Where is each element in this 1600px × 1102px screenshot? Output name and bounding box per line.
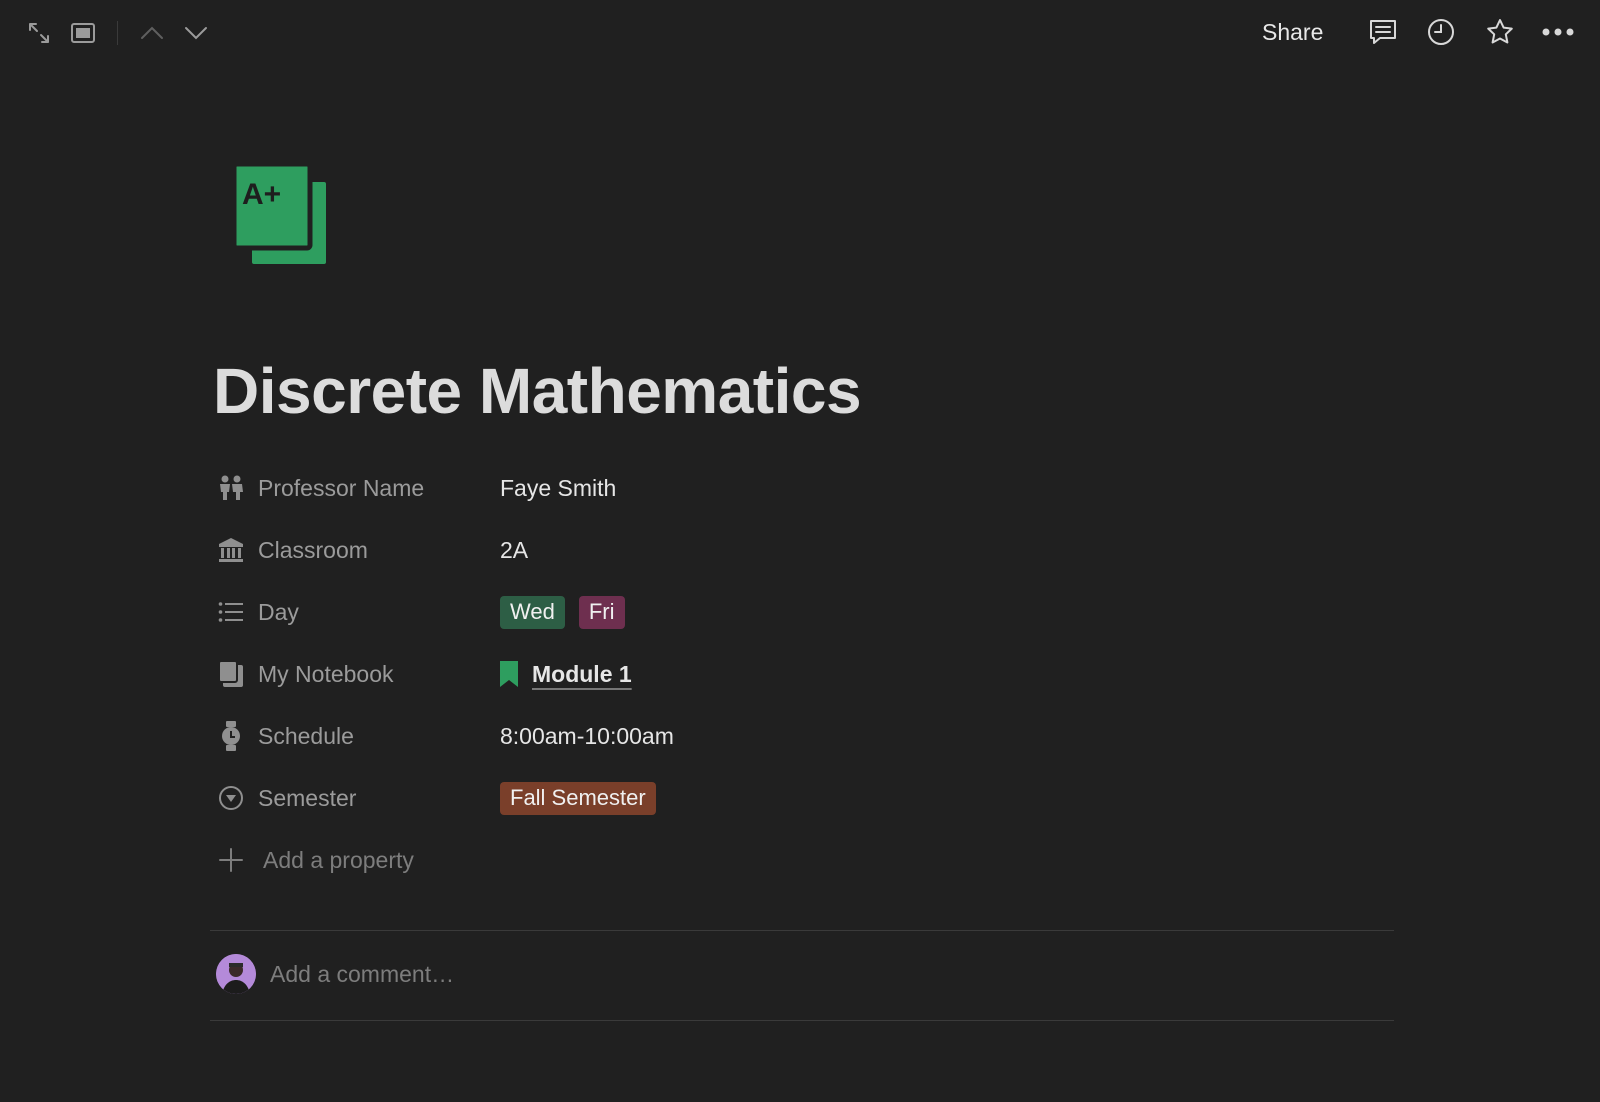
- property-label: Schedule: [258, 722, 354, 749]
- svg-text:A+: A+: [242, 178, 281, 211]
- add-property-label: Add a property: [263, 846, 414, 873]
- toolbar-divider: [117, 21, 118, 45]
- watch-icon: [216, 721, 246, 751]
- list-icon: [216, 597, 246, 627]
- peek-mode-icon[interactable]: [70, 20, 96, 46]
- property-my-notebook: My Notebook Module 1: [216, 648, 1396, 700]
- property-value[interactable]: Wed Fri: [500, 595, 639, 629]
- property-key[interactable]: Classroom: [216, 535, 506, 565]
- page-title[interactable]: Discrete Mathematics: [213, 354, 862, 428]
- property-label: Classroom: [258, 536, 368, 563]
- top-bar: Share: [0, 0, 1600, 64]
- property-label: Professor Name: [258, 474, 425, 501]
- property-value[interactable]: 8:00am-10:00am: [500, 723, 674, 750]
- property-key[interactable]: Schedule: [216, 721, 506, 751]
- property-value[interactable]: Faye Smith: [500, 475, 616, 502]
- tag-fall-semester[interactable]: Fall Semester: [500, 781, 656, 815]
- property-label: Day: [258, 598, 299, 625]
- comment-box: [216, 954, 870, 994]
- chevron-up-icon[interactable]: [139, 20, 165, 46]
- property-value[interactable]: Fall Semester: [500, 781, 670, 815]
- property-semester: Semester Fall Semester: [216, 772, 1396, 824]
- notebook-icon: [216, 659, 246, 689]
- tag-fri[interactable]: Fri: [578, 595, 625, 629]
- a-plus-notebook-icon[interactable]: A+: [231, 161, 328, 266]
- divider: [210, 930, 1394, 931]
- comment-input[interactable]: [270, 960, 870, 988]
- people-icon: [216, 473, 246, 503]
- property-value[interactable]: 2A: [500, 537, 528, 564]
- chevron-down-icon[interactable]: [183, 20, 209, 46]
- share-button[interactable]: Share: [1262, 16, 1323, 48]
- property-key[interactable]: Day: [216, 597, 506, 627]
- comment-icon[interactable]: [1367, 16, 1399, 48]
- select-icon: [216, 783, 246, 813]
- property-professor-name: Professor Name Faye Smith: [216, 462, 1396, 514]
- property-day: Day Wed Fri: [216, 586, 1396, 638]
- property-schedule: Schedule 8:00am-10:00am: [216, 710, 1396, 762]
- property-value[interactable]: Module 1: [500, 661, 632, 688]
- expand-icon[interactable]: [26, 20, 52, 46]
- plus-icon: [216, 845, 246, 875]
- property-classroom: Classroom 2A: [216, 524, 1396, 576]
- property-key[interactable]: Professor Name: [216, 473, 506, 503]
- property-key[interactable]: Semester: [216, 783, 506, 813]
- tag-wed[interactable]: Wed: [500, 595, 565, 629]
- star-icon[interactable]: [1484, 16, 1516, 48]
- property-key[interactable]: My Notebook: [216, 659, 506, 689]
- property-label: My Notebook: [258, 660, 394, 687]
- avatar: [216, 954, 256, 994]
- building-icon: [216, 535, 246, 565]
- bookmark-icon: [500, 661, 518, 687]
- history-icon[interactable]: [1425, 16, 1457, 48]
- add-property-button[interactable]: Add a property: [216, 834, 1396, 886]
- more-icon[interactable]: [1540, 16, 1576, 48]
- property-label: Semester: [258, 784, 357, 811]
- divider: [210, 1020, 1394, 1021]
- notebook-link[interactable]: Module 1: [532, 661, 632, 688]
